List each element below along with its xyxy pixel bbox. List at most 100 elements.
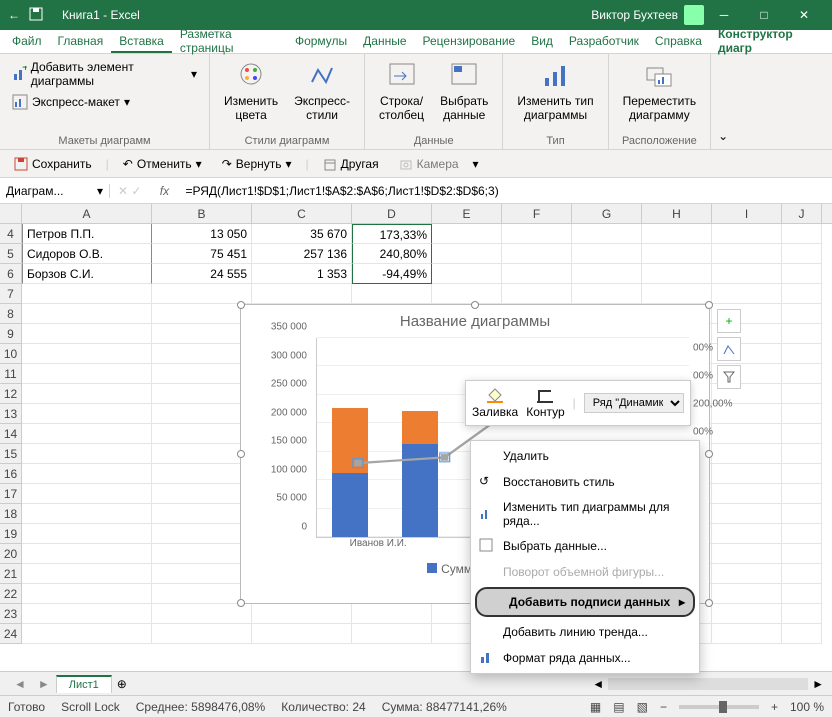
add-chart-element-button[interactable]: +Добавить элемент диаграммы ▾	[8, 58, 201, 90]
cell[interactable]	[352, 284, 432, 304]
cell[interactable]	[152, 564, 252, 584]
chart-elements-button[interactable]: +	[717, 309, 741, 333]
cell[interactable]	[22, 444, 152, 464]
menu-add-data-labels[interactable]: Добавить подписи данных▸	[475, 587, 695, 617]
cell[interactable]	[572, 244, 642, 264]
cell[interactable]	[712, 224, 782, 244]
cell[interactable]	[642, 264, 712, 284]
cell[interactable]	[152, 324, 252, 344]
cell[interactable]: 35 670	[252, 224, 352, 244]
row-header[interactable]: 10	[0, 344, 22, 364]
row-header[interactable]: 20	[0, 544, 22, 564]
collapse-ribbon-button[interactable]: ⌄	[711, 54, 735, 149]
view-pagebreak-icon[interactable]: ▧	[637, 700, 648, 714]
cell[interactable]	[432, 224, 502, 244]
cell[interactable]	[152, 364, 252, 384]
row-header[interactable]: 5	[0, 244, 22, 264]
cell[interactable]	[432, 284, 502, 304]
row-header[interactable]: 22	[0, 584, 22, 604]
row-header[interactable]: 6	[0, 264, 22, 284]
col-header[interactable]: J	[782, 204, 822, 223]
menu-add-trendline[interactable]: Добавить линию тренда...	[471, 619, 699, 645]
cell[interactable]	[782, 344, 822, 364]
tab-вид[interactable]: Вид	[523, 31, 561, 53]
row-header[interactable]: 13	[0, 404, 22, 424]
switch-row-col-button[interactable]: Строка/ столбец	[373, 58, 430, 124]
row-header[interactable]: 4	[0, 224, 22, 244]
sheet-nav-next[interactable]: ►	[32, 677, 56, 691]
cell[interactable]: 240,80%	[352, 244, 432, 264]
cell[interactable]	[712, 284, 782, 304]
select-all-corner[interactable]	[0, 204, 22, 223]
cell[interactable]	[782, 444, 822, 464]
row-header[interactable]: 21	[0, 564, 22, 584]
cell[interactable]	[252, 624, 352, 644]
qat-save-button[interactable]: Сохранить	[8, 155, 98, 173]
menu-delete[interactable]: Удалить	[471, 443, 699, 469]
outline-button[interactable]: Контур	[526, 387, 564, 419]
row-header[interactable]: 8	[0, 304, 22, 324]
fill-button[interactable]: Заливка	[472, 387, 518, 419]
chart-styles-button[interactable]	[717, 337, 741, 361]
row-header[interactable]: 7	[0, 284, 22, 304]
cell[interactable]	[712, 624, 782, 644]
chart-filters-button[interactable]	[717, 365, 741, 389]
cell[interactable]	[22, 584, 152, 604]
fx-icon[interactable]: fx	[149, 184, 179, 198]
cell[interactable]: 13 050	[152, 224, 252, 244]
col-header[interactable]: B	[152, 204, 252, 223]
cell[interactable]	[152, 404, 252, 424]
cell[interactable]	[712, 544, 782, 564]
cell[interactable]	[782, 304, 822, 324]
cell[interactable]	[782, 624, 822, 644]
zoom-out-button[interactable]: −	[660, 700, 667, 714]
cell[interactable]	[782, 564, 822, 584]
row-header[interactable]: 11	[0, 364, 22, 384]
row-header[interactable]: 12	[0, 384, 22, 404]
row-header[interactable]: 15	[0, 444, 22, 464]
cell[interactable]	[782, 284, 822, 304]
cell[interactable]	[642, 244, 712, 264]
cell[interactable]	[22, 304, 152, 324]
col-header[interactable]: I	[712, 204, 782, 223]
cell[interactable]	[782, 264, 822, 284]
cell[interactable]	[22, 364, 152, 384]
col-header[interactable]: D	[352, 204, 432, 223]
zoom-in-button[interactable]: +	[771, 700, 778, 714]
zoom-level[interactable]: 100 %	[790, 700, 824, 714]
cell[interactable]	[712, 264, 782, 284]
cell[interactable]	[432, 244, 502, 264]
cell[interactable]	[152, 424, 252, 444]
cell[interactable]	[712, 564, 782, 584]
cell[interactable]	[22, 624, 152, 644]
cell[interactable]	[22, 284, 152, 304]
qat-undo-button[interactable]: ↶ Отменить ▾	[117, 155, 208, 173]
add-sheet-button[interactable]: ⊕	[112, 677, 132, 691]
cell[interactable]	[22, 504, 152, 524]
cell[interactable]: 75 451	[152, 244, 252, 264]
qat-redo-button[interactable]: ↷ Вернуть ▾	[216, 155, 298, 173]
row-header[interactable]: 23	[0, 604, 22, 624]
name-box[interactable]: Диаграм...▾	[0, 184, 110, 198]
tab-файл[interactable]: Файл	[4, 31, 50, 53]
cell[interactable]	[712, 584, 782, 604]
col-header[interactable]: A	[22, 204, 152, 223]
menu-select-data[interactable]: Выбрать данные...	[471, 533, 699, 559]
tab-справка[interactable]: Справка	[647, 31, 710, 53]
save-icon[interactable]	[28, 6, 44, 25]
change-chart-type-button[interactable]: Изменить тип диаграммы	[511, 58, 599, 124]
cell[interactable]	[782, 584, 822, 604]
cell[interactable]	[782, 424, 822, 444]
row-header[interactable]: 17	[0, 484, 22, 504]
cell[interactable]	[22, 324, 152, 344]
cell[interactable]: 24 555	[152, 264, 252, 284]
cell[interactable]	[352, 624, 432, 644]
col-header[interactable]: E	[432, 204, 502, 223]
tab-формулы[interactable]: Формулы	[287, 31, 355, 53]
cell[interactable]: Сидоров О.В.	[22, 244, 152, 264]
cell[interactable]	[22, 384, 152, 404]
formula-input[interactable]	[179, 184, 832, 198]
quick-layout-button[interactable]: Экспресс-макет ▾	[8, 92, 134, 112]
cell[interactable]	[782, 504, 822, 524]
col-header[interactable]: F	[502, 204, 572, 223]
